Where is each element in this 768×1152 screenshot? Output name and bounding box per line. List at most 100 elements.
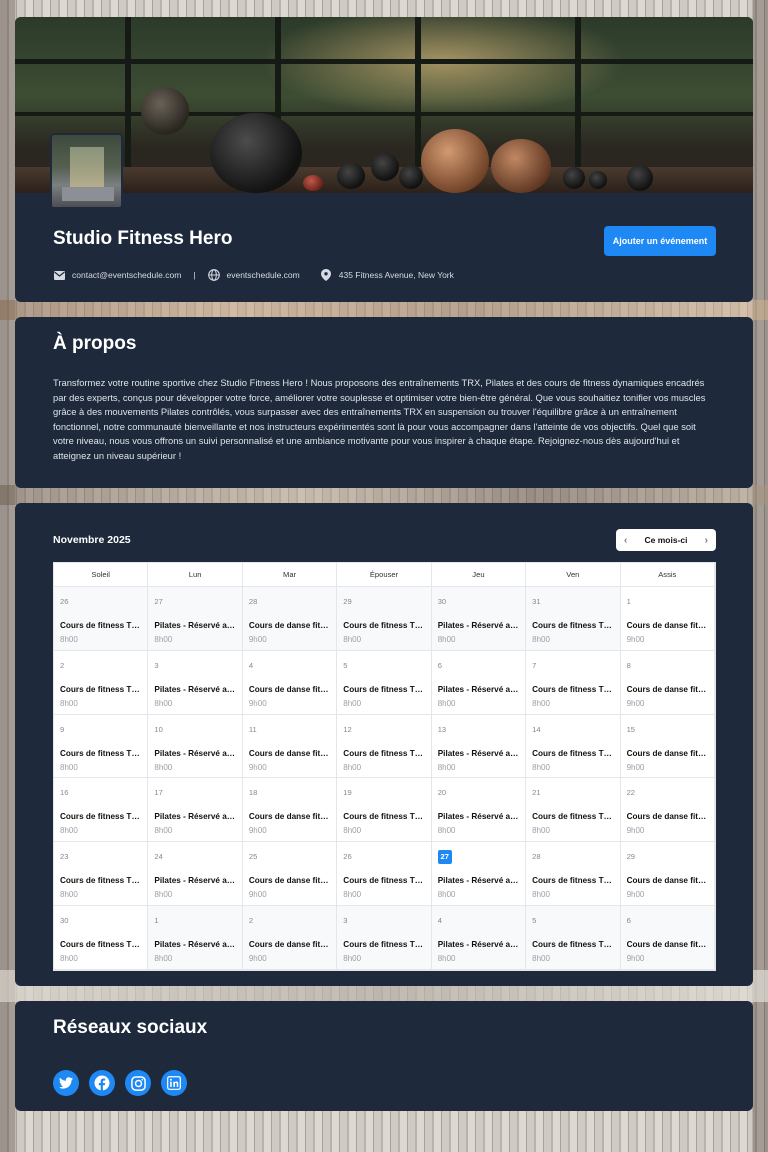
calendar-day-cell[interactable]: 30 Cours de fitness TRX 8h00 <box>54 906 149 970</box>
event-title-link[interactable]: Cours de fitness TRX <box>343 749 424 758</box>
calendar-day-cell[interactable]: 18 Cours de danse fitness 9h00 <box>242 778 338 843</box>
event-title-link[interactable]: Cours de danse fitness <box>249 749 330 758</box>
calendar-day-cell[interactable]: 30 Pilates - Réservé aux membres 8h00 <box>431 587 527 651</box>
event-title-link[interactable]: Cours de danse fitness <box>249 685 330 694</box>
calendar-day-cell[interactable]: 8 Cours de danse fitness 9h00 <box>620 650 715 715</box>
day-number: 21 <box>532 788 541 798</box>
calendar-day-cell[interactable]: 17 Pilates - Réservé aux membres 8h00 <box>148 778 243 843</box>
calendar-day-cell[interactable]: 14 Cours de fitness TRX 8h00 <box>526 714 621 779</box>
instagram-icon <box>130 1075 146 1091</box>
calendar-day-cell[interactable]: 12 Cours de fitness TRX 8h00 <box>337 714 432 779</box>
event-title-link[interactable]: Pilates - Réservé aux membres <box>438 812 519 821</box>
calendar-day-cell[interactable]: 23 Cours de fitness TRX 8h00 <box>54 842 149 907</box>
event-title-link[interactable]: Cours de danse fitness <box>627 685 708 694</box>
calendar-day-cell[interactable]: 5 Cours de fitness TRX 8h00 <box>337 650 432 715</box>
event-time: 9h00 <box>248 635 267 644</box>
calendar-day-cell[interactable]: 6 Cours de danse fitness 9h00 <box>620 906 715 970</box>
calendar-day-cell[interactable]: 10 Pilates - Réservé aux membres 8h00 <box>148 714 243 779</box>
event-title-link[interactable]: Pilates - Réservé aux membres <box>154 812 235 821</box>
calendar-day-cell[interactable]: 3 Cours de fitness TRX 8h00 <box>337 906 432 970</box>
calendar-day-cell[interactable]: 29 Cours de fitness TRX 8h00 <box>337 587 432 651</box>
event-title-link[interactable]: Cours de danse fitness <box>249 621 330 630</box>
calendar-day-cell[interactable]: 28 Cours de fitness TRX 8h00 <box>526 842 621 907</box>
calendar-day-cell[interactable]: 3 Pilates - Réservé aux membres 8h00 <box>148 650 243 715</box>
event-title-link[interactable]: Cours de fitness TRX <box>60 812 141 821</box>
facebook-icon <box>94 1075 110 1091</box>
event-title-link[interactable]: Cours de fitness TRX <box>532 876 613 885</box>
event-title-link[interactable]: Cours de danse fitness <box>249 876 330 885</box>
event-title-link[interactable]: Pilates - Réservé aux membres <box>438 749 519 758</box>
calendar-day-cell[interactable]: 9 Cours de fitness TRX 8h00 <box>54 714 149 779</box>
event-title-link[interactable]: Cours de fitness TRX <box>60 940 141 949</box>
calendar-day-cell[interactable]: 20 Pilates - Réservé aux membres 8h00 <box>431 778 527 843</box>
event-title-link[interactable]: Cours de fitness TRX <box>343 812 424 821</box>
event-title-link[interactable]: Cours de danse fitness <box>627 621 708 630</box>
event-title-link[interactable]: Pilates - Réservé aux membres <box>154 876 235 885</box>
event-title-link[interactable]: Cours de danse fitness <box>249 812 330 821</box>
event-title-link[interactable]: Cours de danse fitness <box>249 940 330 949</box>
calendar-day-cell[interactable]: 27 Pilates - Réservé aux membres 8h00 <box>431 842 527 907</box>
event-title-link[interactable]: Cours de fitness TRX <box>343 940 424 949</box>
twitter-link[interactable] <box>53 1070 79 1096</box>
calendar-day-cell[interactable]: 29 Cours de danse fitness 9h00 <box>620 842 715 907</box>
facebook-link[interactable] <box>89 1070 115 1096</box>
linkedin-link[interactable] <box>161 1070 187 1096</box>
event-title-link[interactable]: Cours de fitness TRX <box>532 749 613 758</box>
calendar-day-cell[interactable]: 16 Cours de fitness TRX 8h00 <box>54 778 149 843</box>
calendar-day-cell[interactable]: 26 Cours de fitness TRX 8h00 <box>54 587 149 651</box>
instagram-link[interactable] <box>125 1070 151 1096</box>
event-title-link[interactable]: Cours de fitness TRX <box>532 812 613 821</box>
calendar-day-cell[interactable]: 26 Cours de fitness TRX 8h00 <box>337 842 432 907</box>
calendar-day-cell[interactable]: 28 Cours de danse fitness 9h00 <box>242 587 338 651</box>
calendar-day-cell[interactable]: 2 Cours de fitness TRX 8h00 <box>54 650 149 715</box>
event-title-link[interactable]: Cours de danse fitness <box>627 749 708 758</box>
calendar-day-cell[interactable]: 2 Cours de danse fitness 9h00 <box>242 906 338 970</box>
add-event-button[interactable]: Ajouter un événement <box>604 226 716 256</box>
day-number: 11 <box>248 724 257 734</box>
event-title-link[interactable]: Cours de fitness TRX <box>343 876 424 885</box>
event-title-link[interactable]: Pilates - Réservé aux membres <box>438 621 519 630</box>
calendar-day-cell[interactable]: 5 Cours de fitness TRX 8h00 <box>526 906 621 970</box>
event-title-link[interactable]: Cours de fitness TRX <box>60 685 141 694</box>
event-title-link[interactable]: Cours de fitness TRX <box>343 685 424 694</box>
event-title-link[interactable]: Cours de fitness TRX <box>60 621 141 630</box>
calendar-day-cell[interactable]: 13 Pilates - Réservé aux membres 8h00 <box>431 714 527 779</box>
calendar-day-cell[interactable]: 1 Pilates - Réservé aux membres 8h00 <box>148 906 243 970</box>
event-title-link[interactable]: Pilates - Réservé aux membres <box>438 876 519 885</box>
event-title-link[interactable]: Cours de fitness TRX <box>532 685 613 694</box>
event-title-link[interactable]: Pilates - Réservé aux membres <box>154 940 235 949</box>
event-title-link[interactable]: Pilates - Réservé aux membres <box>438 940 519 949</box>
prev-month-icon[interactable]: ‹ <box>624 535 627 546</box>
calendar-day-cell[interactable]: 21 Cours de fitness TRX 8h00 <box>526 778 621 843</box>
calendar-day-cell[interactable]: 11 Cours de danse fitness 9h00 <box>242 714 338 779</box>
calendar-day-cell[interactable]: 19 Cours de fitness TRX 8h00 <box>337 778 432 843</box>
calendar-day-cell[interactable]: 6 Pilates - Réservé aux membres 8h00 <box>431 650 527 715</box>
event-title-link[interactable]: Pilates - Réservé aux membres <box>438 685 519 694</box>
event-title-link[interactable]: Cours de fitness TRX <box>60 876 141 885</box>
event-title-link[interactable]: Pilates - Réservé aux membres <box>154 749 235 758</box>
event-title-link[interactable]: Cours de danse fitness <box>627 876 708 885</box>
calendar-day-cell[interactable]: 4 Cours de danse fitness 9h00 <box>242 650 338 715</box>
calendar-day-cell[interactable]: 22 Cours de danse fitness 9h00 <box>620 778 715 843</box>
website-link[interactable]: eventschedule.com <box>227 270 300 280</box>
event-title-link[interactable]: Cours de fitness TRX <box>343 621 424 630</box>
calendar-day-cell[interactable]: 1 Cours de danse fitness 9h00 <box>620 587 715 651</box>
current-month-button[interactable]: Ce mois-ci <box>645 535 688 545</box>
event-title-link[interactable]: Cours de fitness TRX <box>532 940 613 949</box>
event-title-link[interactable]: Pilates - Réservé aux membres <box>154 685 235 694</box>
event-title-link[interactable]: Cours de fitness TRX <box>532 621 613 630</box>
calendar-day-cell[interactable]: 27 Pilates - Réservé aux membres 8h00 <box>148 587 243 651</box>
email-link[interactable]: contact@eventschedule.com <box>72 270 181 280</box>
event-title-link[interactable]: Cours de fitness TRX <box>60 749 141 758</box>
event-title-link[interactable]: Cours de danse fitness <box>627 812 708 821</box>
calendar-day-cell[interactable]: 4 Pilates - Réservé aux membres 8h00 <box>431 906 527 970</box>
next-month-icon[interactable]: › <box>705 535 708 546</box>
calendar-day-cell[interactable]: 15 Cours de danse fitness 9h00 <box>620 714 715 779</box>
calendar-day-cell[interactable]: 7 Cours de fitness TRX 8h00 <box>526 650 621 715</box>
event-title-link[interactable]: Pilates - Réservé aux membres <box>154 621 235 630</box>
calendar-day-cell[interactable]: 25 Cours de danse fitness 9h00 <box>242 842 338 907</box>
event-title-link[interactable]: Cours de danse fitness <box>627 940 708 949</box>
calendar-day-cell[interactable]: 24 Pilates - Réservé aux membres 8h00 <box>148 842 243 907</box>
event-time: 8h00 <box>154 954 173 964</box>
calendar-day-cell[interactable]: 31 Cours de fitness TRX 8h00 <box>526 587 621 651</box>
